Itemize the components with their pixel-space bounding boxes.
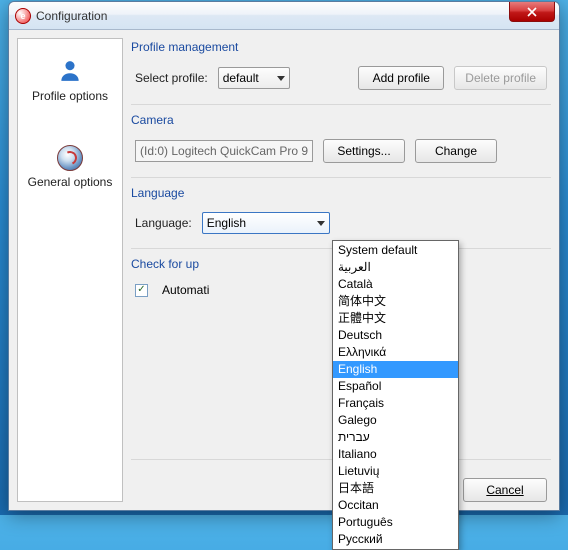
language-select[interactable]: English (202, 212, 330, 234)
language-option[interactable]: עברית (333, 429, 458, 446)
sidebar-item-profile-options[interactable]: Profile options (18, 53, 122, 113)
language-option[interactable]: Occitan (333, 497, 458, 514)
language-option[interactable]: English (333, 361, 458, 378)
window-title: Configuration (36, 9, 107, 23)
language-option[interactable]: Ελληνικά (333, 344, 458, 361)
language-option[interactable]: 日本語 (333, 480, 458, 497)
close-icon (527, 7, 537, 17)
language-option[interactable]: Català (333, 276, 458, 293)
person-icon (56, 57, 84, 85)
language-option[interactable]: Italiano (333, 446, 458, 463)
sidebar-item-label: General options (18, 175, 122, 189)
sidebar-item-label: Profile options (18, 89, 122, 103)
language-option[interactable]: Русский (333, 531, 458, 548)
language-option[interactable]: Français (333, 395, 458, 412)
language-label: Language: (135, 216, 192, 230)
language-option[interactable]: Lietuvių (333, 463, 458, 480)
auto-update-label-prefix: Automati (162, 283, 209, 297)
language-dropdown[interactable]: System defaultالعربيةCatalà简体中文正體中文Deuts… (332, 240, 459, 550)
chevron-down-icon (277, 76, 285, 81)
camera-device-value: (Id:0) Logitech QuickCam Pro 9 (140, 144, 308, 158)
language-option[interactable]: العربية (333, 259, 458, 276)
camera-settings-button[interactable]: Settings... (323, 139, 405, 163)
gear-icon (57, 145, 83, 171)
main-panel: Profile management Select profile: defau… (131, 38, 551, 502)
language-option[interactable]: Español (333, 378, 458, 395)
delete-profile-button: Delete profile (454, 66, 547, 90)
sidebar: Profile options General options (17, 38, 123, 502)
content-area: Profile options General options Profile … (9, 30, 559, 510)
language-option[interactable]: Português (333, 514, 458, 531)
group-title-profile: Profile management (131, 40, 551, 54)
language-option[interactable]: 正體中文 (333, 310, 458, 327)
sidebar-item-general-options[interactable]: General options (18, 141, 122, 199)
titlebar[interactable]: e Configuration (9, 2, 559, 30)
profile-select-value: default (223, 71, 259, 85)
auto-update-checkbox[interactable] (135, 284, 148, 297)
language-option[interactable]: System default (333, 242, 458, 259)
group-camera: Camera (Id:0) Logitech QuickCam Pro 9 Se… (131, 111, 551, 178)
group-profile: Profile management Select profile: defau… (131, 38, 551, 105)
group-title-language: Language (131, 186, 551, 200)
config-window: e Configuration Profile options General … (8, 1, 560, 511)
group-title-camera: Camera (131, 113, 551, 127)
app-icon: e (15, 8, 31, 24)
language-option[interactable]: 简体中文 (333, 293, 458, 310)
language-option[interactable]: Galego (333, 412, 458, 429)
profile-select[interactable]: default (218, 67, 290, 89)
camera-change-button[interactable]: Change (415, 139, 497, 163)
chevron-down-icon (317, 221, 325, 226)
language-option[interactable]: Deutsch (333, 327, 458, 344)
select-profile-label: Select profile: (135, 71, 208, 85)
add-profile-button[interactable]: Add profile (358, 66, 444, 90)
camera-device-field: (Id:0) Logitech QuickCam Pro 9 (135, 140, 313, 162)
language-select-value: English (207, 216, 246, 230)
close-button[interactable] (509, 2, 555, 22)
cancel-button[interactable]: Cancel (463, 478, 547, 502)
